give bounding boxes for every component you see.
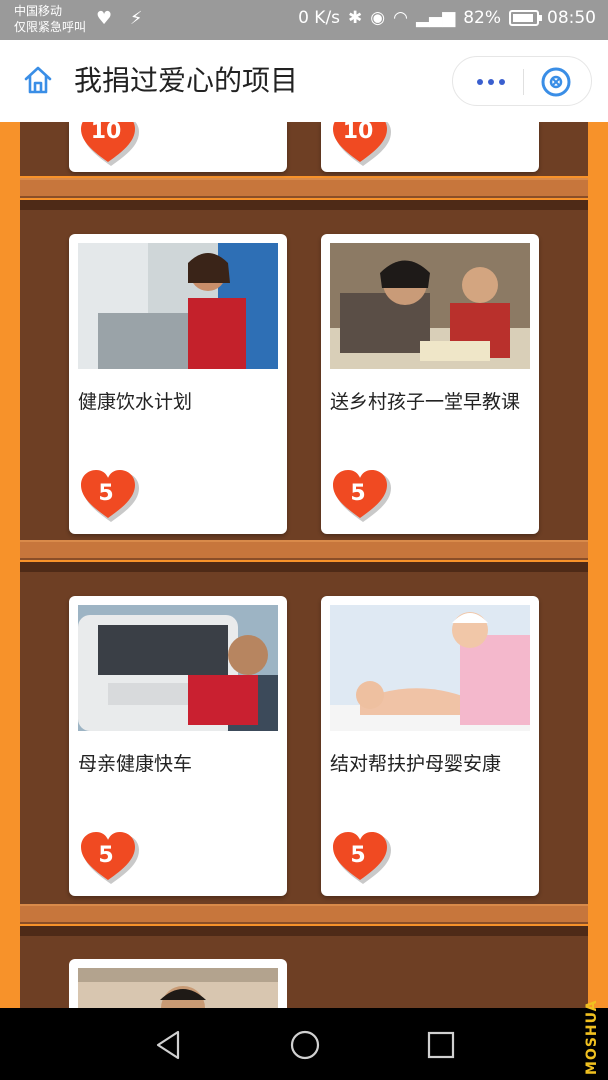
status-right-group: 0 K/s ✱ ◉ ◠ ▂▄▆ 82% 08:50 — [298, 8, 596, 28]
project-card-partial[interactable] — [69, 959, 287, 1008]
battery-icon — [509, 10, 542, 26]
emergency-call-text: 仅限紧急呼叫 — [14, 20, 87, 34]
project-name: 母亲健康快车 — [78, 753, 193, 775]
girl-at-water-tap-photo — [78, 243, 278, 369]
mother-health-van-photo — [78, 605, 278, 731]
recent-apps-icon[interactable] — [424, 1028, 458, 1062]
network-speed: 0 K/s — [298, 8, 341, 28]
project-card[interactable]: 健康饮水计划 5 — [69, 234, 287, 534]
project-name: 结对帮扶护母婴安康 — [330, 753, 502, 775]
shelf-board — [20, 178, 588, 198]
home-circle-icon[interactable] — [288, 1028, 322, 1062]
shelf-shadow — [20, 926, 588, 936]
donated-projects-shelf[interactable]: 10 10 健康饮水计划 5 送乡村孩子一堂早教课 5 母亲健康快车 5 结对帮… — [0, 122, 608, 1008]
shelf-board — [20, 904, 588, 924]
capsule-divider — [523, 69, 524, 95]
project-photo — [78, 243, 278, 369]
love-count: 10 — [90, 122, 122, 144]
project-card[interactable]: 结对帮扶护母婴安康 5 — [321, 596, 539, 896]
shelf-board — [20, 540, 588, 560]
health-and-usb-icons: ♥ ⚡ — [96, 8, 149, 29]
love-count: 5 — [98, 481, 114, 506]
clock: 08:50 — [547, 8, 596, 28]
eye-icon: ◉ — [370, 8, 386, 28]
system-nav-bar — [0, 1008, 608, 1080]
project-name: 送乡村孩子一堂早教课 — [330, 391, 521, 413]
carrier-name: 中国移动 — [14, 4, 63, 18]
home-icon[interactable] — [22, 64, 54, 96]
wifi-icon: ◠ — [393, 8, 408, 28]
shelf-shadow — [20, 200, 588, 210]
project-card-partial[interactable]: 10 — [69, 122, 287, 172]
love-count: 5 — [350, 843, 366, 868]
love-count: 5 — [98, 843, 114, 868]
carrier-info: 中国移动 仅限紧急呼叫 — [14, 3, 86, 35]
project-card-partial[interactable]: 10 — [321, 122, 539, 172]
back-icon[interactable] — [152, 1028, 186, 1062]
status-bar: 中国移动 仅限紧急呼叫 ♥ ⚡ 0 K/s ✱ ◉ ◠ ▂▄▆ 82% 08:5… — [0, 0, 608, 40]
signal-icon: ▂▄▆ — [415, 8, 456, 28]
love-count: 5 — [350, 481, 366, 506]
teacher-and-child-reading-photo — [330, 243, 530, 369]
project-photo — [78, 968, 278, 1008]
project-card[interactable]: 母亲健康快车 5 — [69, 596, 287, 896]
project-card[interactable]: 送乡村孩子一堂早教课 5 — [321, 234, 539, 534]
project-name: 健康饮水计划 — [78, 391, 193, 413]
shelf-shadow — [20, 562, 588, 572]
boy-photo — [78, 968, 278, 1008]
battery-percent: 82% — [463, 8, 501, 28]
love-count: 10 — [342, 122, 374, 144]
page-title: 我捐过爱心的项目 — [74, 64, 299, 97]
close-mini-app-icon[interactable] — [539, 65, 573, 99]
title-bar: 我捐过爱心的项目 — [0, 40, 608, 122]
bluetooth-icon: ✱ — [348, 8, 363, 28]
project-photo — [330, 605, 530, 731]
nurse-with-baby-photo — [330, 605, 530, 731]
project-photo — [330, 243, 530, 369]
watermark-text: MOSHUA — [584, 999, 600, 1075]
more-options-icon[interactable] — [471, 67, 511, 97]
project-photo — [78, 605, 278, 731]
mini-app-capsule — [452, 56, 592, 106]
